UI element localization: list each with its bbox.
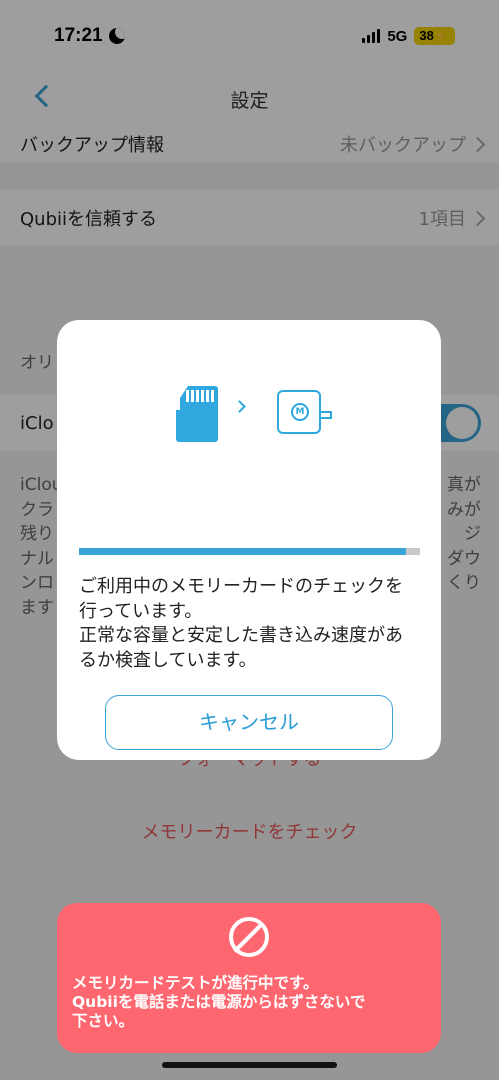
message-line: るか検査しています。 — [79, 649, 257, 671]
prohibited-icon — [229, 917, 269, 957]
sd-card-icon — [176, 386, 218, 442]
cancel-button[interactable]: キャンセル — [105, 695, 393, 750]
message-line: 正常な容量と安定した書き込み速度があ — [79, 625, 403, 646]
warning-toast: メモリカードテストが進行中です。 Qubiiを電話または電源からはずさないで 下… — [57, 903, 441, 1053]
memory-check-dialog: M ご利用中のメモリーカードのチェックを 行っています。 正常な容量と安定した書… — [57, 320, 441, 760]
toast-line: 下さい。 — [72, 1012, 135, 1030]
toast-message: メモリカードテストが進行中です。 Qubiiを電話または電源からはずさないで 下… — [72, 974, 432, 1031]
chevron-right-icon — [233, 400, 246, 413]
dialog-message: ご利用中のメモリーカードのチェックを 行っています。 正常な容量と安定した書き込… — [79, 575, 424, 673]
qubii-device-icon: M — [277, 390, 321, 434]
progress-fill — [79, 548, 407, 555]
toast-line: メモリカードテストが進行中です。 — [72, 974, 319, 992]
qubii-plug-icon — [320, 411, 332, 419]
toast-line: Qubiiを電話または電源からはずさないで — [72, 993, 366, 1011]
message-line: 行っています。 — [79, 600, 203, 622]
home-indicator[interactable] — [162, 1062, 337, 1068]
check-progress-bar — [79, 548, 420, 555]
message-line: ご利用中のメモリーカードのチェックを — [79, 576, 403, 597]
